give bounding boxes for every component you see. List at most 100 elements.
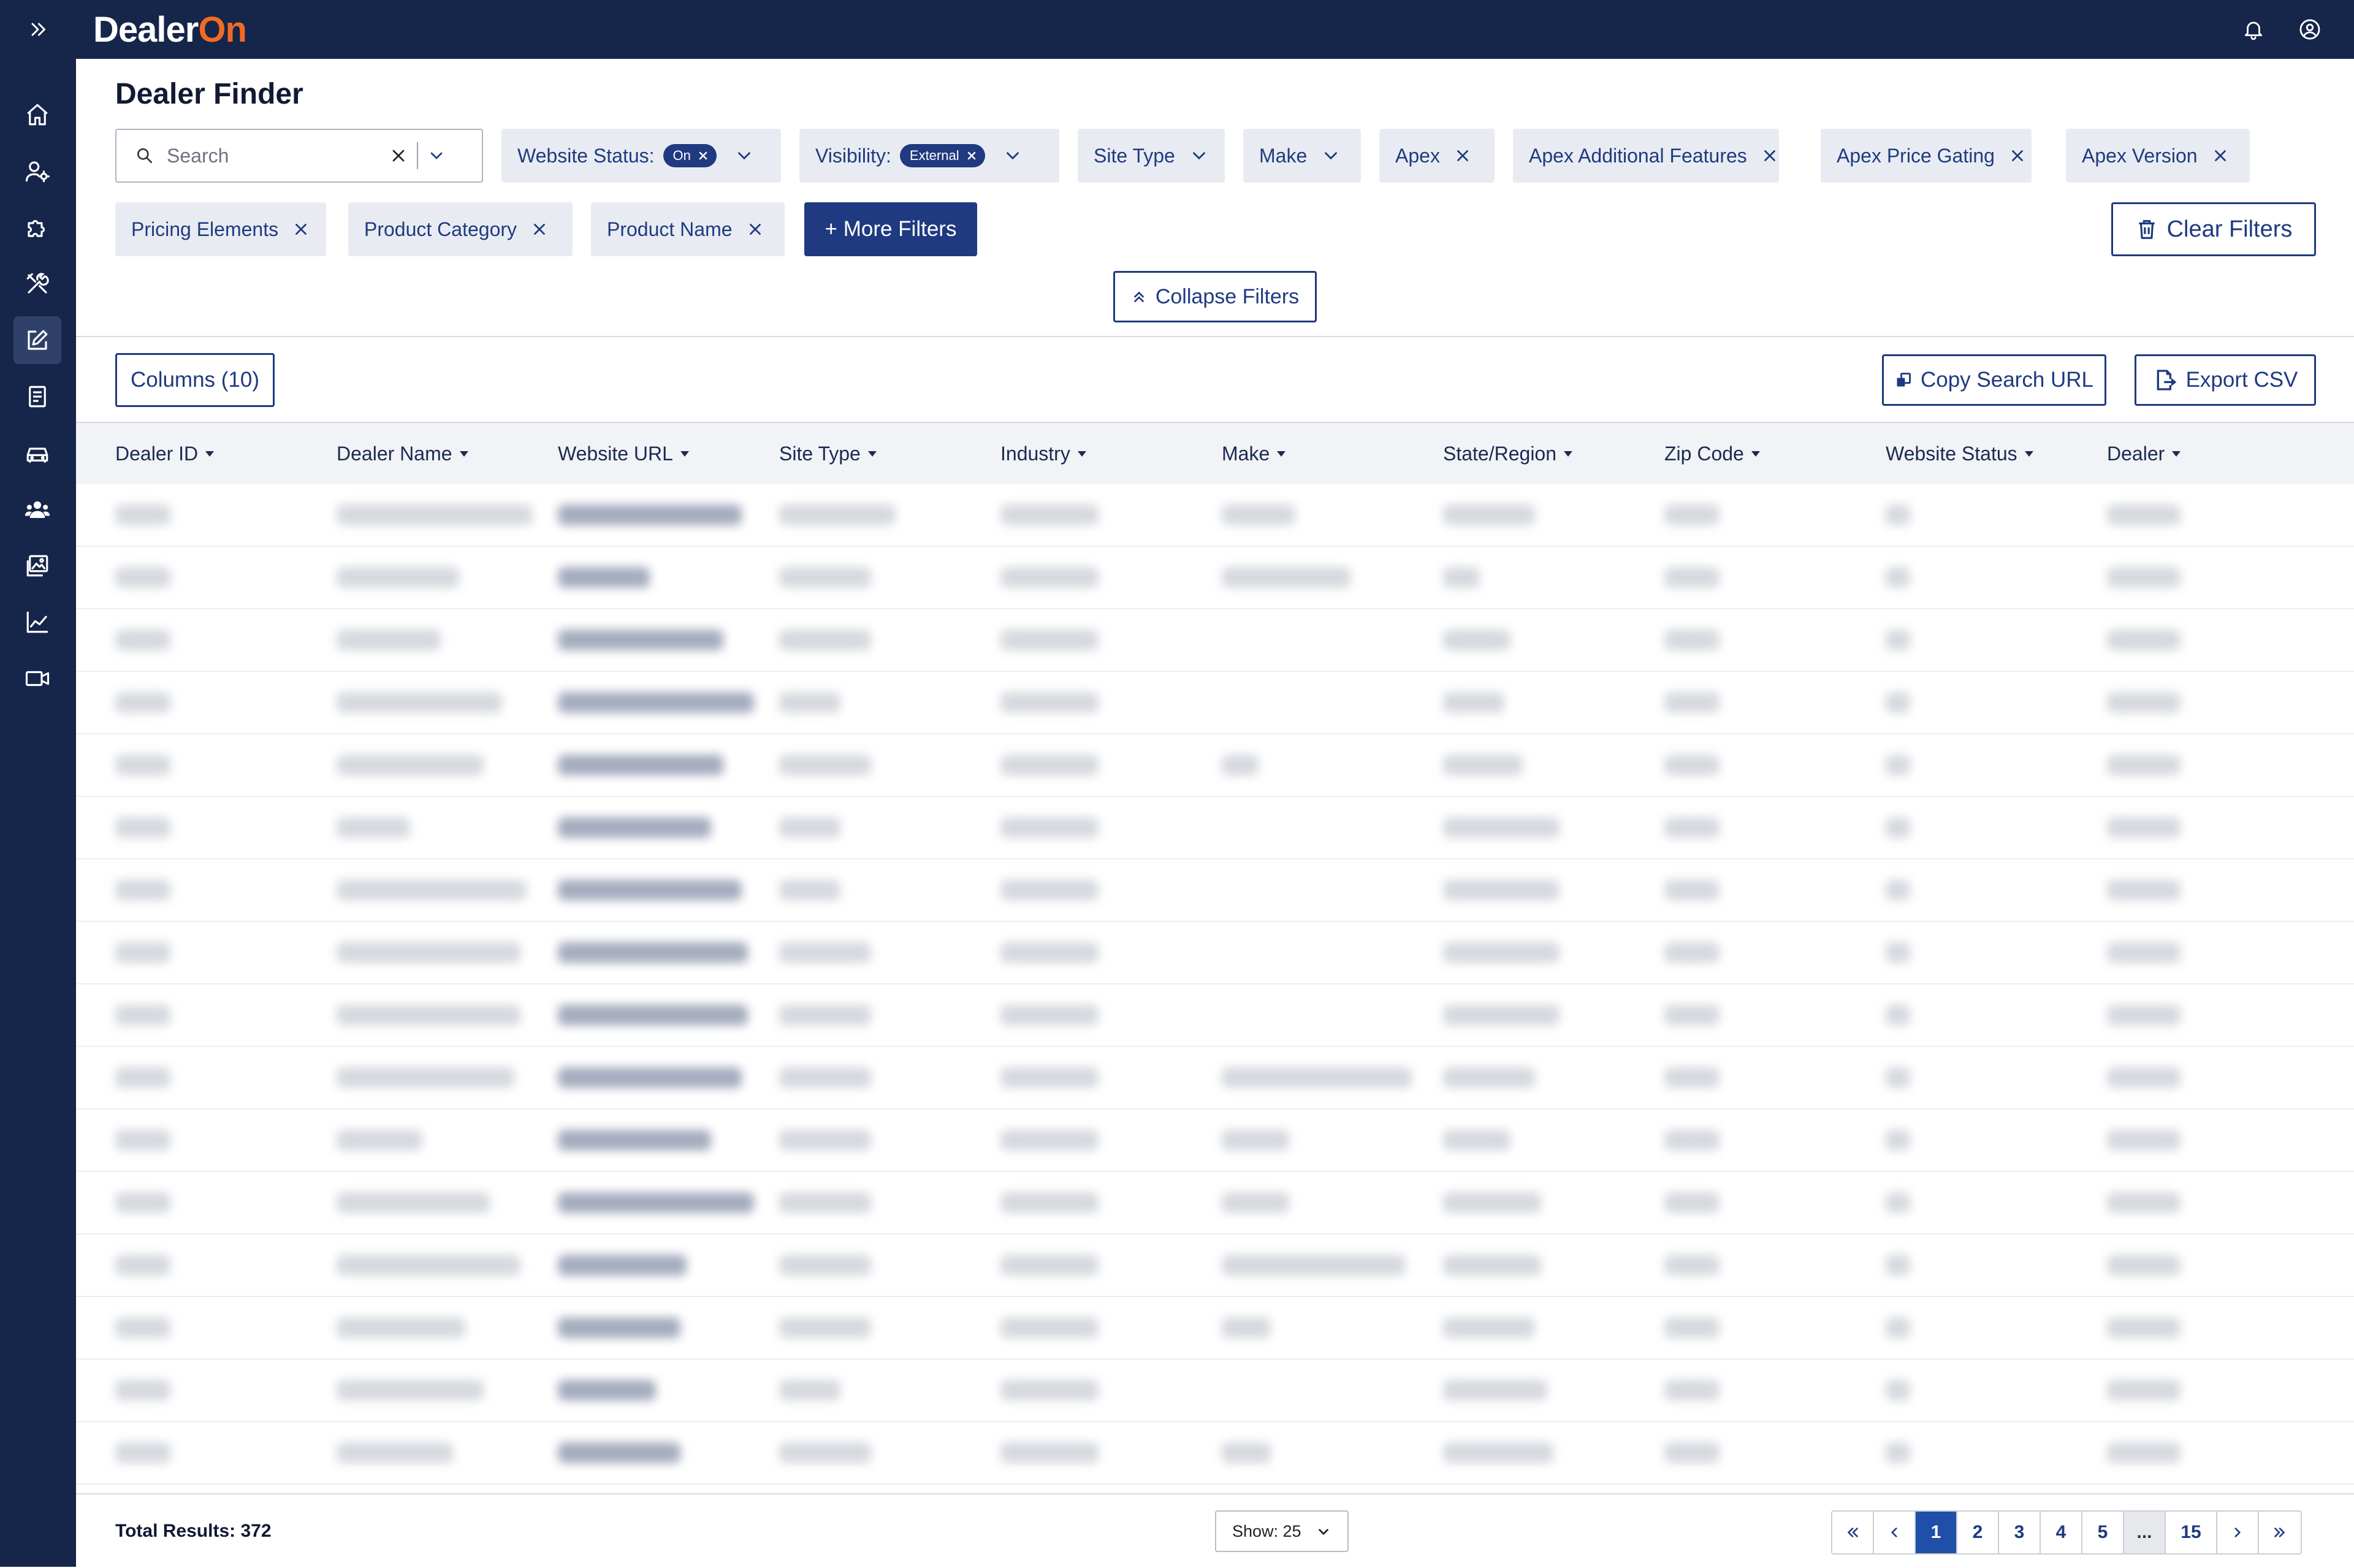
column-header-state-region[interactable]: State/Region <box>1443 423 1573 484</box>
sidebar-item-analytics[interactable] <box>13 598 61 646</box>
filter-apex-additional-features[interactable]: Apex Additional Features <box>1513 129 1779 183</box>
page-button-15[interactable]: 15 <box>2166 1512 2217 1553</box>
page-button-3[interactable]: 3 <box>1999 1512 2041 1553</box>
table-row[interactable] <box>76 797 2354 859</box>
filter-make[interactable]: Make <box>1243 129 1361 183</box>
page-button-1[interactable]: 1 <box>1916 1512 1957 1553</box>
remove-filter-product-category-button[interactable] <box>530 220 549 238</box>
table-row[interactable] <box>76 1109 2354 1172</box>
sidebar-item-video[interactable] <box>13 655 61 702</box>
column-header-zip-code[interactable]: Zip Code <box>1664 423 1760 484</box>
clear-filters-button[interactable]: Clear Filters <box>2111 202 2316 256</box>
columns-button[interactable]: Columns (10) <box>115 353 275 407</box>
page-size-select[interactable]: Show: 25 <box>1215 1510 1349 1552</box>
sidebar-item-inventory[interactable] <box>13 429 61 477</box>
column-header-site-type[interactable]: Site Type <box>779 423 877 484</box>
cell-website-url[interactable] <box>558 984 748 1046</box>
column-header-website-url[interactable]: Website URL <box>558 423 689 484</box>
dealeron-logo[interactable]: Dealer On <box>93 4 247 55</box>
column-header-industry[interactable]: Industry <box>1000 423 1086 484</box>
sidebar-item-user-settings[interactable] <box>13 147 61 195</box>
sidebar-item-users[interactable] <box>13 485 61 533</box>
cell-website-url[interactable] <box>558 734 723 796</box>
column-header-dealer-id[interactable]: Dealer ID <box>115 423 215 484</box>
sidebar-item-reports[interactable] <box>13 373 61 421</box>
cell-website-url[interactable] <box>558 922 748 983</box>
sidebar-item-dealer-finder[interactable] <box>13 316 61 364</box>
cell-website-url[interactable] <box>558 859 742 921</box>
table-row[interactable] <box>76 734 2354 797</box>
collapse-filters-button[interactable]: Collapse Filters <box>1113 271 1317 322</box>
filter-website-status-pill[interactable]: On <box>663 144 717 167</box>
export-csv-button[interactable]: Export CSV <box>2135 354 2316 406</box>
cell-website-url[interactable] <box>558 1172 754 1233</box>
table-row[interactable] <box>76 672 2354 734</box>
more-filters-button[interactable]: + More Filters <box>804 202 977 256</box>
last-page-button[interactable] <box>2259 1512 2301 1553</box>
remove-filter-product-name-button[interactable] <box>746 220 764 238</box>
filter-product-name[interactable]: Product Name <box>591 202 785 256</box>
notifications-button[interactable] <box>2240 16 2267 43</box>
cell-website-url[interactable] <box>558 1422 680 1483</box>
column-header-make[interactable]: Make <box>1222 423 1286 484</box>
table-row[interactable] <box>76 1235 2354 1297</box>
filter-pricing-elements[interactable]: Pricing Elements <box>115 202 326 256</box>
table-row[interactable] <box>76 1172 2354 1235</box>
page-button-5[interactable]: 5 <box>2082 1512 2124 1553</box>
column-header-dealer-name[interactable]: Dealer Name <box>337 423 468 484</box>
sidebar-item-home[interactable] <box>13 91 61 139</box>
previous-page-button[interactable] <box>1874 1512 1916 1553</box>
sidebar-item-integrations[interactable] <box>13 204 61 251</box>
remove-filter-apex-version-button[interactable] <box>2211 147 2230 165</box>
next-page-button[interactable] <box>2217 1512 2259 1553</box>
cell-website-url[interactable] <box>558 797 711 858</box>
filter-visibility-pill[interactable]: External <box>899 144 985 167</box>
copy-search-url-button[interactable]: Copy Search URL <box>1882 354 2106 406</box>
remove-filter-pricing-elements-button[interactable] <box>292 220 310 238</box>
search-dropdown-button[interactable] <box>427 146 446 166</box>
remove-filter-apex-additional-features-button[interactable] <box>1761 147 1779 165</box>
filter-site-type[interactable]: Site Type <box>1078 129 1225 183</box>
remove-filter-apex-button[interactable] <box>1453 147 1472 165</box>
cell-website-url[interactable] <box>558 672 754 733</box>
table-row[interactable] <box>76 922 2354 984</box>
clear-search-button[interactable] <box>389 146 408 166</box>
cell-website-url[interactable] <box>558 1360 656 1421</box>
column-header-dealer[interactable]: Dealer <box>2107 423 2181 484</box>
filter-apex[interactable]: Apex <box>1379 129 1495 183</box>
filter-product-category[interactable]: Product Category <box>348 202 573 256</box>
cell-website-url[interactable] <box>558 1297 680 1358</box>
search-input[interactable] <box>166 143 389 168</box>
cell-website-url[interactable] <box>558 1109 711 1171</box>
filter-apex-price-gating[interactable]: Apex Price Gating <box>1821 129 2032 183</box>
table-row[interactable] <box>76 609 2354 672</box>
table-row[interactable] <box>76 1422 2354 1485</box>
remove-filter-apex-price-gating-button[interactable] <box>2008 147 2027 165</box>
account-button[interactable] <box>2296 16 2323 43</box>
column-header-label: Make <box>1222 442 1270 465</box>
table-row[interactable] <box>76 984 2354 1047</box>
cell-website-url[interactable] <box>558 484 742 546</box>
table-row[interactable] <box>76 547 2354 609</box>
cell-website-url[interactable] <box>558 1235 687 1296</box>
table-row[interactable] <box>76 859 2354 922</box>
column-header-website-status[interactable]: Website Status <box>1886 423 2033 484</box>
table-row[interactable] <box>76 484 2354 547</box>
cell-website-url[interactable] <box>558 1047 742 1108</box>
filter-apex-version[interactable]: Apex Version <box>2066 129 2250 183</box>
close-icon[interactable] <box>966 150 978 162</box>
sidebar-item-tools[interactable] <box>13 260 61 308</box>
expand-sidebar-button[interactable] <box>21 16 55 43</box>
table-row[interactable] <box>76 1297 2354 1360</box>
cell-website-url[interactable] <box>558 547 650 608</box>
cell-website-url[interactable] <box>558 609 723 671</box>
close-icon[interactable] <box>697 150 709 162</box>
filter-visibility[interactable]: Visibility: External <box>799 129 1059 183</box>
table-row[interactable] <box>76 1360 2354 1422</box>
sidebar-item-media[interactable] <box>13 542 61 590</box>
first-page-button[interactable] <box>1832 1512 1874 1553</box>
filter-website-status[interactable]: Website Status: On <box>501 129 781 183</box>
page-button-2[interactable]: 2 <box>1957 1512 1999 1553</box>
table-row[interactable] <box>76 1047 2354 1109</box>
page-button-4[interactable]: 4 <box>2041 1512 2082 1553</box>
